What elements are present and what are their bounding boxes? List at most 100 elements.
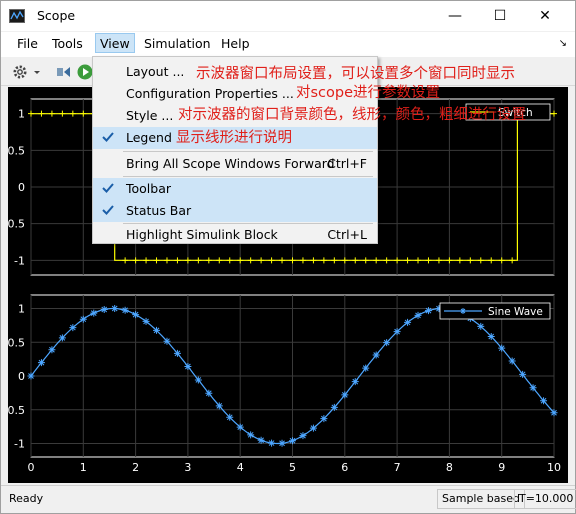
sine-marker-shape xyxy=(498,344,506,352)
sine-marker xyxy=(529,384,537,392)
y-tick-label: -0.5 xyxy=(8,218,25,231)
sine-marker-shape xyxy=(268,439,276,447)
sine-marker-shape xyxy=(184,362,192,370)
sine-marker-shape xyxy=(289,437,296,445)
sine-marker xyxy=(132,311,140,319)
y-tick-label: -1 xyxy=(14,438,25,451)
sine-marker xyxy=(372,351,380,359)
sine-marker-shape xyxy=(247,431,255,439)
sine-marker-shape xyxy=(487,333,495,341)
sine-marker xyxy=(153,326,161,334)
annotation-layout: 示波器窗口布局设置，可以设置多个窗口同时显示 xyxy=(196,66,515,82)
menu-help[interactable]: Help xyxy=(221,36,250,56)
view-menu-toolbar[interactable]: Toolbar xyxy=(93,178,377,200)
sine-marker xyxy=(289,437,296,445)
sine-marker-shape xyxy=(383,339,391,347)
sine-marker-shape xyxy=(194,376,202,384)
checkmark-icon xyxy=(102,132,114,142)
y-tick-label: 1 xyxy=(18,303,25,316)
sine-marker xyxy=(341,391,349,399)
sine-marker xyxy=(362,364,370,372)
sine-marker-shape xyxy=(111,305,119,313)
sine-marker xyxy=(79,315,87,323)
sine-marker xyxy=(236,423,244,431)
sine-marker-shape xyxy=(550,409,558,417)
sine-marker xyxy=(383,339,391,347)
minimize-button[interactable]: — xyxy=(433,3,477,29)
y-tick-label: 0 xyxy=(18,181,25,194)
x-tick-label: 7 xyxy=(394,461,401,474)
sine-marker-shape xyxy=(299,432,307,440)
sine-marker-shape xyxy=(540,397,548,405)
sine-marker xyxy=(194,376,202,384)
sine-marker xyxy=(540,397,548,405)
y-tick-label: 1 xyxy=(18,108,25,121)
sine-marker-shape xyxy=(37,359,45,367)
dock-icon[interactable]: ↘ xyxy=(559,38,567,49)
sine-marker-shape xyxy=(393,328,401,336)
menu-tools[interactable]: Tools xyxy=(52,36,83,56)
sine-marker xyxy=(100,305,108,313)
sine-marker xyxy=(27,372,35,380)
x-tick-label: 3 xyxy=(184,461,191,474)
sine-marker-shape xyxy=(236,423,244,431)
sine-marker xyxy=(173,349,181,357)
bottom-axes[interactable]: 10.50-0.5-1012345678910Sine Wave xyxy=(8,287,568,483)
sine-marker xyxy=(215,402,223,410)
sine-marker xyxy=(393,328,401,336)
sine-marker xyxy=(90,309,98,317)
sine-marker-shape xyxy=(132,311,140,319)
sine-marker-shape xyxy=(153,326,161,334)
step-back-icon[interactable] xyxy=(54,63,72,81)
annotation-legend: 显示线形进行说明 xyxy=(176,130,292,146)
sine-marker xyxy=(309,424,317,432)
sine-marker xyxy=(268,439,276,447)
y-tick-label: 0.5 xyxy=(8,144,25,157)
sine-marker xyxy=(247,431,255,439)
sine-marker xyxy=(424,307,432,315)
view-menu-highlight[interactable]: Highlight Simulink Block Ctrl+L xyxy=(93,224,377,246)
sine-marker-shape xyxy=(142,317,150,325)
view-menu-status-bar[interactable]: Status Bar xyxy=(93,200,377,222)
sine-marker-shape xyxy=(173,349,181,357)
sine-marker-shape xyxy=(90,309,98,317)
x-tick-label: 10 xyxy=(547,461,561,474)
sine-marker xyxy=(69,324,77,332)
sine-marker-shape xyxy=(27,372,35,380)
sine-marker xyxy=(205,389,213,397)
menu-simulation[interactable]: Simulation xyxy=(144,36,211,56)
sine-marker-shape xyxy=(372,351,380,359)
sine-marker-shape xyxy=(330,403,338,411)
x-tick-label: 4 xyxy=(237,461,244,474)
sine-marker xyxy=(330,403,338,411)
sine-marker-shape xyxy=(257,436,265,444)
y-tick-label: 0.5 xyxy=(8,336,25,349)
close-button[interactable]: ✕ xyxy=(523,3,567,29)
settings-dropdown-icon[interactable] xyxy=(32,63,42,81)
sine-marker-shape xyxy=(362,364,370,372)
title-bar[interactable]: Scope — ☐ ✕ xyxy=(1,1,575,31)
sine-marker-shape xyxy=(278,439,286,447)
checkmark-icon xyxy=(102,183,114,193)
menu-view[interactable]: View xyxy=(95,33,135,53)
menu-separator xyxy=(123,176,373,177)
view-menu-bring-forward[interactable]: Bring All Scope Windows Forward Ctrl+F xyxy=(93,153,377,175)
sine-marker xyxy=(163,337,171,345)
settings-gear-icon[interactable] xyxy=(11,63,29,81)
sine-marker-shape xyxy=(341,391,349,399)
sine-marker-shape xyxy=(424,307,432,315)
sine-marker xyxy=(257,436,265,444)
sine-marker-shape xyxy=(215,402,223,410)
sine-marker xyxy=(414,311,422,319)
menu-file[interactable]: File xyxy=(17,36,38,56)
sine-marker xyxy=(477,322,485,330)
sine-marker xyxy=(111,305,119,313)
sine-marker-shape xyxy=(320,415,328,423)
sine-marker xyxy=(508,357,516,365)
maximize-button[interactable]: ☐ xyxy=(478,3,522,29)
y-tick-label: 0 xyxy=(18,370,25,383)
sine-marker xyxy=(184,362,192,370)
x-tick-label: 5 xyxy=(289,461,296,474)
sine-marker-shape xyxy=(508,357,516,365)
sine-marker xyxy=(278,439,286,447)
